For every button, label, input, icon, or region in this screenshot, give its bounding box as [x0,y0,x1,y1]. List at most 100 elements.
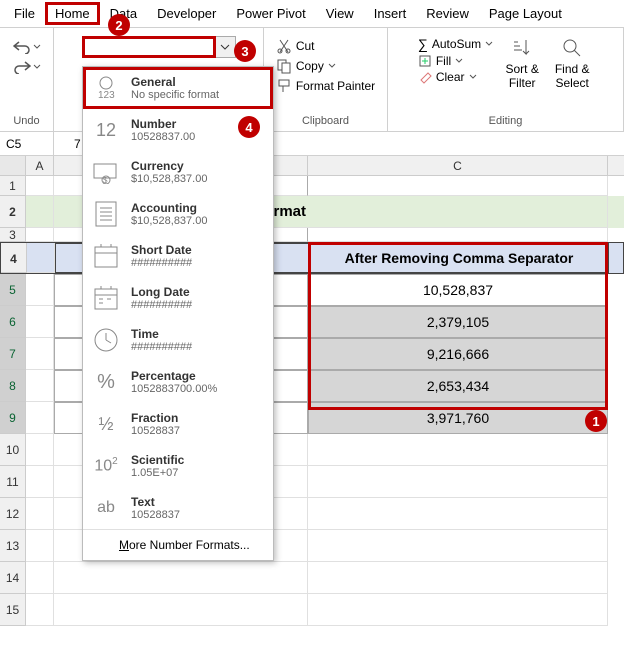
redo-button[interactable] [13,60,41,74]
undo-group: Undo [0,28,54,131]
cut-button[interactable]: Cut [276,38,375,54]
menu-powerpivot[interactable]: Power Pivot [226,2,315,25]
cell-a10[interactable] [26,434,54,466]
cell-a7[interactable] [26,338,54,370]
cell-b14[interactable] [54,562,308,594]
cell-c13[interactable] [308,530,608,562]
copy-button[interactable]: Copy [276,58,375,74]
cell-a15[interactable] [26,594,54,626]
format-currency-title: Currency [131,159,207,173]
format-percentage[interactable]: % Percentage1052883700.00% [83,361,273,403]
format-percentage-sub: 1052883700.00% [131,383,217,395]
cell-a2[interactable] [26,196,54,228]
select-all-corner[interactable] [0,156,26,175]
menu-file[interactable]: File [4,2,45,25]
format-general[interactable]: 123 GeneralNo specific format [83,67,273,109]
row-header-8[interactable]: 8 [0,370,26,402]
cell-b15[interactable] [54,594,308,626]
format-accounting[interactable]: Accounting$10,528,837.00 [83,193,273,235]
cell-c1[interactable] [308,176,608,196]
row-header-3[interactable]: 3 [0,228,26,242]
menu-view[interactable]: View [316,2,364,25]
format-number-title: Number [131,117,195,131]
row-header-2[interactable]: 2 [0,196,26,228]
cell-c8[interactable]: 2,653,434 [308,370,608,402]
format-text[interactable]: ab Text10528837 [83,487,273,529]
cell-c7[interactable]: 9,216,666 [308,338,608,370]
format-long-date[interactable]: Long Date########## [83,277,273,319]
row-header-6[interactable]: 6 [0,306,26,338]
cell-a14[interactable] [26,562,54,594]
row-header-11[interactable]: 11 [0,466,26,498]
cell-c3[interactable] [308,228,608,242]
number-format-dropdown-arrow[interactable] [216,36,236,58]
undo-label: Undo [13,115,39,131]
cell-c5[interactable]: 10,528,837 [308,274,608,306]
cell-a11[interactable] [26,466,54,498]
cell-a1[interactable] [26,176,54,196]
format-time[interactable]: Time########## [83,319,273,361]
name-box[interactable]: C5 [0,132,54,155]
undo-button[interactable] [13,40,41,54]
row-header-10[interactable]: 10 [0,434,26,466]
format-text-sub: 10528837 [131,509,180,521]
callout-4: 4 [238,116,260,138]
row-header-5[interactable]: 5 [0,274,26,306]
row-header-12[interactable]: 12 [0,498,26,530]
cut-label: Cut [296,39,315,53]
cell-c9[interactable]: 3,971,760 [308,402,608,434]
col-header-c[interactable]: C [308,156,608,175]
fill-button[interactable]: Fill [418,54,493,68]
formula-content[interactable]: 7 [54,137,81,151]
menu-insert[interactable]: Insert [364,2,417,25]
cell-c12[interactable] [308,498,608,530]
row-header-15[interactable]: 15 [0,594,26,626]
cell-a8[interactable] [26,370,54,402]
cell-a13[interactable] [26,530,54,562]
number-format-combo[interactable] [82,36,236,58]
menu-home[interactable]: Home [45,2,100,25]
cell-a12[interactable] [26,498,54,530]
menu-review[interactable]: Review [416,2,479,25]
format-short-date[interactable]: Short Date########## [83,235,273,277]
row-header-1[interactable]: 1 [0,176,26,196]
time-icon [91,325,121,355]
clipboard-group: Cut Copy Format Painter Clipboard [264,28,388,131]
row-header-13[interactable]: 13 [0,530,26,562]
format-currency[interactable]: $ Currency$10,528,837.00 [83,151,273,193]
cell-a9[interactable] [26,402,54,434]
cell-a5[interactable] [26,274,54,306]
find-select-button[interactable]: Find & Select [551,36,593,90]
autosum-button[interactable]: ∑AutoSum [418,36,493,52]
cell-c14[interactable] [308,562,608,594]
cell-a4[interactable] [27,243,55,273]
format-fraction[interactable]: ½ Fraction10528837 [83,403,273,445]
more-number-formats[interactable]: More Number Formats... [83,529,273,560]
cell-a6[interactable] [26,306,54,338]
cell-c10[interactable] [308,434,608,466]
cell-c6[interactable]: 2,379,105 [308,306,608,338]
autosum-label: AutoSum [432,37,481,51]
clear-button[interactable]: Clear [418,70,493,84]
menu-pagelayout[interactable]: Page Layout [479,2,572,25]
row-header-7[interactable]: 7 [0,338,26,370]
cell-c11[interactable] [308,466,608,498]
format-time-title: Time [131,327,192,341]
cell-c15[interactable] [308,594,608,626]
row-header-14[interactable]: 14 [0,562,26,594]
row-header-9[interactable]: 9 [0,402,26,434]
cell-a3[interactable] [26,228,54,242]
number-format-box[interactable] [82,36,216,58]
row-header-4[interactable]: 4 [1,243,27,273]
menu-developer[interactable]: Developer [147,2,226,25]
cell-c4[interactable]: After Removing Comma Separator [309,243,609,273]
sort-filter-button[interactable]: Sort & Filter [501,36,543,90]
format-painter-button[interactable]: Format Painter [276,78,375,94]
col-header-a[interactable]: A [26,156,54,175]
format-percentage-title: Percentage [131,369,217,383]
cell-c2[interactable] [308,196,608,228]
find-label: Find & Select [551,62,593,90]
format-number-sub: 10528837.00 [131,131,195,143]
format-scientific[interactable]: 102 Scientific1.05E+07 [83,445,273,487]
format-long-date-sub: ########## [131,299,192,311]
